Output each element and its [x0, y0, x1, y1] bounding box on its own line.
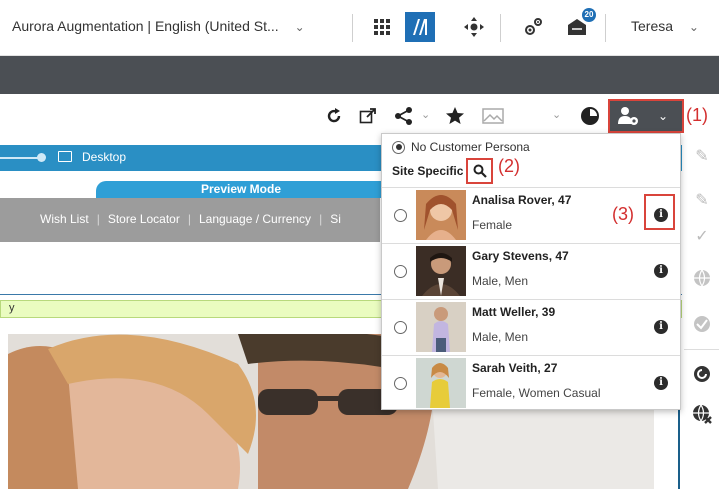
radio-button[interactable]	[394, 209, 407, 222]
nav-link[interactable]: Store Locator	[108, 212, 180, 226]
globe-remove-icon[interactable]	[692, 404, 712, 424]
persona-icon	[618, 107, 638, 125]
chevron-down-icon: ⌄	[688, 20, 699, 34]
site-selector-label: Aurora Augmentation | English (United St…	[12, 18, 279, 34]
site-specific-label: Site Specific	[392, 164, 464, 178]
search-icon	[473, 164, 487, 178]
divider	[352, 14, 353, 42]
gears-icon[interactable]	[518, 12, 548, 42]
no-persona-option[interactable]: No Customer Persona	[392, 140, 530, 154]
nav-link[interactable]: Language / Currency	[199, 212, 311, 226]
callout-1: (1)	[686, 105, 708, 125]
user-name-label: Teresa	[631, 18, 674, 34]
persona-row[interactable]: Analisa Rover, 47 Female i (3)	[382, 187, 680, 243]
chevron-down-icon[interactable]: ⌄	[552, 108, 561, 121]
divider	[500, 14, 501, 42]
external-link-icon[interactable]	[356, 104, 380, 128]
divider	[605, 14, 606, 42]
experience-manager-icon[interactable]	[405, 12, 435, 42]
chevron-down-icon[interactable]: ⌄	[421, 108, 430, 121]
preview-mode-tab: Preview Mode	[96, 181, 386, 198]
nav-link[interactable]: Si	[330, 212, 341, 226]
device-label: Desktop	[82, 150, 127, 164]
no-persona-label: No Customer Persona	[411, 140, 530, 154]
persona-avatar	[416, 190, 466, 240]
monitor-icon	[58, 151, 72, 162]
persona-name: Gary Stevens, 47	[472, 249, 569, 263]
info-icon[interactable]: i	[654, 376, 668, 390]
share-icon[interactable]	[392, 104, 416, 128]
info-icon[interactable]: i	[654, 320, 668, 334]
nav-separator: |	[319, 212, 323, 226]
info-icon[interactable]: i	[654, 264, 668, 278]
move-target-icon[interactable]	[459, 12, 489, 42]
persona-search-button[interactable]	[466, 158, 493, 184]
apps-grid-icon[interactable]	[367, 12, 397, 42]
image-icon[interactable]	[481, 104, 505, 128]
persona-row[interactable]: Sarah Veith, 27 Female, Women Casual i	[382, 355, 680, 411]
radio-button[interactable]	[394, 377, 407, 390]
top-bar: Aurora Augmentation | English (United St…	[0, 0, 719, 56]
chevron-down-icon: ⌄	[294, 20, 305, 34]
nav-separator: |	[187, 212, 191, 226]
device-track	[0, 157, 40, 159]
notice-text: y	[9, 302, 15, 314]
device-slider-handle[interactable]	[37, 153, 46, 162]
right-tool-sidebar: ✎ ✎ ✓	[684, 138, 719, 489]
inbox-notifications-icon[interactable]: 20	[562, 8, 596, 42]
persona-avatar	[416, 246, 466, 296]
chevron-down-icon: ⌄	[658, 109, 669, 123]
radio-button[interactable]	[394, 265, 407, 278]
divider	[684, 349, 719, 350]
refresh-icon[interactable]	[322, 104, 346, 128]
edit-remove-icon[interactable]: ✎	[692, 190, 712, 210]
persona-name: Analisa Rover, 47	[472, 193, 572, 207]
nav-link[interactable]: Wish List	[40, 212, 89, 226]
site-selector[interactable]: Aurora Augmentation | English (United St…	[12, 18, 305, 34]
nav-separator: |	[96, 212, 100, 226]
persona-row[interactable]: Matt Weller, 39 Male, Men i	[382, 299, 680, 355]
persona-avatar	[416, 302, 466, 352]
radio-button[interactable]	[394, 321, 407, 334]
persona-attributes: Female, Women Casual	[472, 386, 601, 400]
radio-button[interactable]	[392, 140, 405, 154]
persona-row[interactable]: Gary Stevens, 47 Male, Men i	[382, 243, 680, 299]
globe-refresh-icon[interactable]	[692, 364, 712, 384]
persona-attributes: Female	[472, 218, 513, 232]
persona-avatar	[416, 358, 466, 408]
site-nav-strip: Wish List | Store Locator | Language / Curre…	[0, 198, 380, 242]
clock-icon[interactable]	[578, 104, 602, 128]
secondary-bar	[0, 56, 719, 94]
globe-check-icon[interactable]	[692, 314, 712, 334]
callout-2: (2)	[498, 156, 520, 176]
notification-badge: 20	[582, 8, 596, 22]
check-icon[interactable]: ✓	[692, 226, 712, 246]
customer-persona-button[interactable]: ⌄	[608, 99, 684, 133]
globe-icon[interactable]	[692, 268, 712, 288]
persona-name: Matt Weller, 39	[472, 305, 556, 319]
persona-attributes: Male, Men	[472, 330, 529, 344]
info-icon[interactable]: i	[654, 208, 668, 222]
user-menu[interactable]: Teresa ⌄	[631, 18, 699, 34]
callout-3: (3)	[612, 204, 634, 224]
edit-icon[interactable]: ✎	[692, 146, 712, 166]
site-nav-links: Wish List | Store Locator | Language / Curre…	[40, 212, 341, 226]
star-icon[interactable]	[443, 104, 467, 128]
persona-name: Sarah Veith, 27	[472, 361, 558, 375]
persona-attributes: Male, Men	[472, 274, 529, 288]
customer-persona-dropdown: No Customer Persona Site Specific (2) An…	[381, 133, 681, 410]
